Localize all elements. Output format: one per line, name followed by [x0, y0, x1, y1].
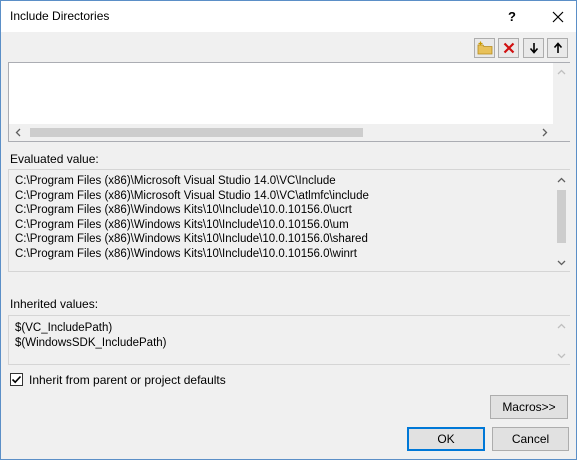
inherited-line: $(VC_IncludePath): [15, 322, 113, 334]
horizontal-scroll-thumb[interactable]: [30, 128, 363, 137]
chevron-down-icon: [557, 260, 566, 265]
help-button[interactable]: ?: [489, 1, 535, 32]
inherited-vertical-scrollbar[interactable]: [553, 316, 570, 364]
title-bar[interactable]: Include Directories ?: [1, 1, 576, 32]
chevron-up-icon: [557, 323, 566, 328]
move-down-button[interactable]: [523, 38, 544, 58]
evaluated-value-label: Evaluated value:: [10, 152, 99, 166]
evaluated-line: C:\Program Files (x86)\Windows Kits\10\I…: [15, 233, 368, 245]
inherited-values-label: Inherited values:: [10, 297, 99, 311]
chevron-down-icon: [557, 353, 566, 358]
chevron-right-icon: [542, 128, 547, 137]
scroll-left-arrow[interactable]: [9, 124, 26, 141]
include-directories-dialog: Include Directories ? Evaluated value: C…: [0, 0, 577, 460]
evaluated-line: C:\Program Files (x86)\Microsoft Visual …: [15, 175, 336, 187]
move-up-icon: [553, 42, 562, 53]
cancel-button[interactable]: Cancel: [492, 427, 569, 451]
evaluated-line: C:\Program Files (x86)\Windows Kits\10\I…: [15, 218, 349, 231]
chevron-up-icon: [557, 69, 566, 74]
edit-list-horizontal-scrollbar[interactable]: [9, 124, 553, 141]
evaluated-line: C:\Program Files (x86)\Windows Kits\10\I…: [15, 247, 357, 260]
close-icon: [552, 11, 564, 22]
scroll-up-arrow[interactable]: [553, 317, 570, 334]
ok-button[interactable]: OK: [407, 427, 485, 451]
move-down-icon: [529, 43, 538, 54]
checkmark-icon: [11, 375, 22, 384]
edit-list-vertical-scrollbar[interactable]: [553, 63, 570, 124]
close-button[interactable]: [535, 1, 577, 32]
chevron-left-icon: [15, 128, 20, 137]
evaluated-value-list: C:\Program Files (x86)\Microsoft Visual …: [8, 169, 570, 272]
scroll-up-arrow[interactable]: [553, 63, 570, 80]
delete-line-button[interactable]: [498, 38, 519, 58]
inherit-checkbox-label[interactable]: Inherit from parent or project defaults: [29, 373, 226, 387]
inherit-checkbox[interactable]: [10, 373, 23, 386]
window-title: Include Directories: [10, 9, 110, 23]
scroll-down-arrow[interactable]: [553, 347, 570, 364]
evaluated-vertical-scrollbar[interactable]: [553, 170, 570, 271]
scroll-right-arrow[interactable]: [536, 124, 553, 141]
delete-icon: [503, 42, 514, 54]
scroll-down-arrow[interactable]: [553, 254, 570, 271]
new-folder-icon: [477, 41, 492, 55]
evaluated-line: C:\Program Files (x86)\Windows Kits\10\I…: [15, 204, 352, 216]
chevron-up-icon: [557, 177, 566, 182]
macros-button[interactable]: Macros>>: [490, 395, 568, 419]
scrollbar-corner: [553, 124, 570, 141]
directories-edit-list[interactable]: [8, 62, 570, 142]
inherited-values-list: $(VC_IncludePath) $(WindowsSDK_IncludePa…: [8, 315, 570, 365]
evaluated-line: C:\Program Files (x86)\Microsoft Visual …: [15, 189, 369, 202]
scroll-up-arrow[interactable]: [553, 171, 570, 188]
move-up-button[interactable]: [547, 38, 568, 58]
new-line-button[interactable]: [474, 38, 495, 58]
inherited-line: $(WindowsSDK_IncludePath): [15, 336, 167, 349]
vertical-scroll-thumb[interactable]: [557, 190, 566, 243]
